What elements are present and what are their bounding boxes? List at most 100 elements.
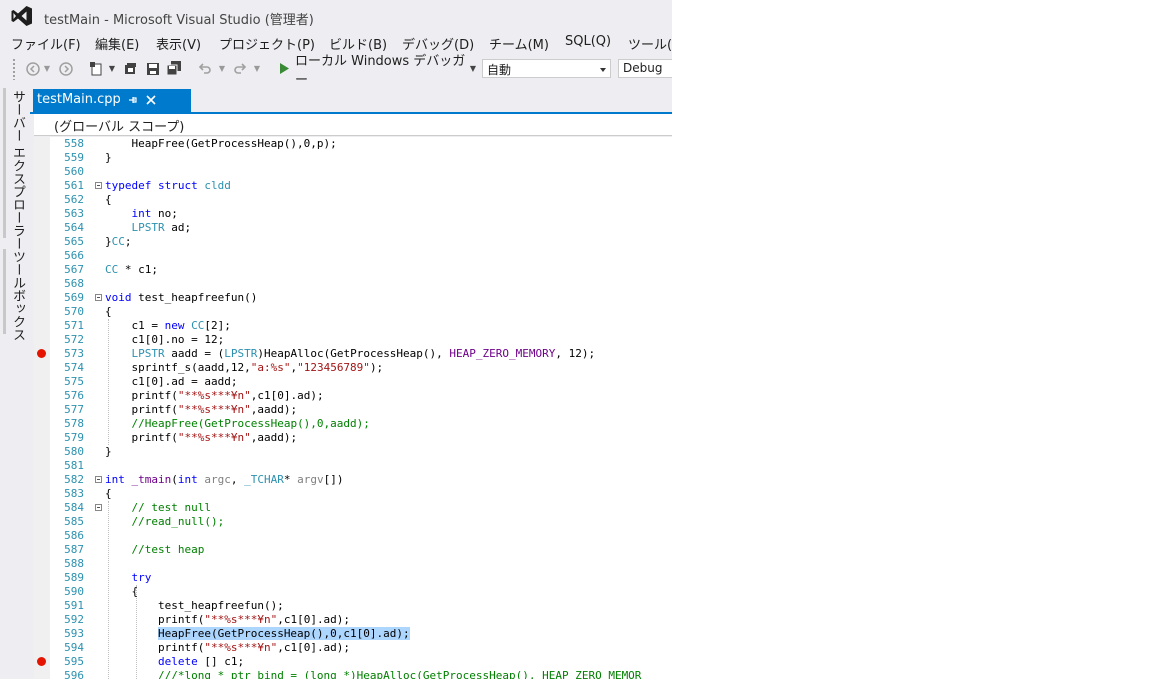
code-line[interactable]: 564 LPSTR ad; — [34, 221, 672, 235]
breakpoint-icon[interactable] — [37, 657, 46, 666]
code-token: // test null — [131, 501, 211, 514]
code-token: LPSTR — [224, 347, 258, 360]
redo-dropdown-icon[interactable]: ▼ — [252, 59, 262, 78]
code-line[interactable]: 569 void test_heapfreefun() — [34, 291, 672, 305]
close-icon[interactable] — [143, 92, 159, 108]
code-line[interactable]: 583 { — [34, 487, 672, 501]
server-explorer-tab[interactable]: サーバー エクスプローラー — [8, 90, 27, 250]
collapse-icon[interactable] — [95, 504, 102, 511]
new-dropdown-icon[interactable]: ▼ — [107, 59, 117, 78]
code-line[interactable]: 579 printf("**%s***¥n",aadd); — [34, 431, 672, 445]
visual-studio-window: testMain - Microsoft Visual Studio (管理者)… — [0, 0, 672, 679]
code-line[interactable]: 562 { — [34, 193, 672, 207]
code-line[interactable]: 567 CC * c1; — [34, 263, 672, 277]
menu-file[interactable]: ファイル(F) — [11, 34, 81, 53]
scope-navigation-bar[interactable]: (グローバル スコープ) — [34, 114, 672, 136]
code-editor[interactable]: 558 HeapFree(GetProcessHeap(),0,p); 559} 5… — [34, 137, 672, 679]
code-line[interactable]: 591 test_heapfreefun(); — [34, 599, 672, 613]
code-token: * c1; — [118, 263, 158, 276]
back-icon[interactable] — [24, 59, 41, 78]
code-line[interactable]: 586 — [34, 529, 672, 543]
undo-dropdown-icon[interactable]: ▼ — [217, 59, 227, 78]
start-debugging-button[interactable]: ローカル Windows デバッガー — [295, 54, 469, 88]
open-file-icon[interactable] — [121, 59, 139, 78]
code-text: int _tmain(int argc, _TCHAR* argv[]) — [105, 473, 344, 487]
menu-team[interactable]: チーム(M) — [489, 34, 549, 53]
scope-dropdown[interactable]: (グローバル スコープ) — [54, 116, 184, 135]
code-line[interactable]: 575 c1[0].ad = aadd; — [34, 375, 672, 389]
debugger-dropdown-icon[interactable]: ▼ — [468, 59, 478, 78]
code-line[interactable]: 580} — [34, 445, 672, 459]
menu-edit[interactable]: 編集(E) — [95, 34, 139, 53]
code-line[interactable]: 595 delete [] c1; — [34, 655, 672, 669]
code-line[interactable]: 559} — [34, 151, 672, 165]
start-debugging-icon[interactable] — [276, 59, 292, 78]
title-bar: testMain - Microsoft Visual Studio (管理者) — [0, 0, 672, 32]
code-line[interactable]: 558 HeapFree(GetProcessHeap(),0,p); — [34, 137, 672, 151]
code-line[interactable]: 585 //read_null(); — [34, 515, 672, 529]
code-line[interactable]: 589 try — [34, 571, 672, 585]
undo-icon[interactable] — [196, 59, 214, 78]
code-token: } — [105, 235, 112, 248]
redo-icon[interactable] — [231, 59, 249, 78]
pin-icon[interactable] — [124, 92, 140, 108]
collapse-icon[interactable] — [95, 476, 102, 483]
code-line[interactable]: 581 — [34, 459, 672, 473]
code-token: , — [230, 473, 245, 486]
line-number: 564 — [64, 221, 84, 234]
code-line[interactable]: 592 printf("**%s***¥n",c1[0].ad); — [34, 613, 672, 627]
code-line[interactable]: 572 c1[0].no = 12; — [34, 333, 672, 347]
save-icon[interactable] — [144, 59, 162, 78]
line-number: 593 — [64, 627, 84, 640]
code-line[interactable]: 590 { — [34, 585, 672, 599]
code-token: HEAP_ZERO_MEMORY — [449, 347, 556, 360]
save-all-icon[interactable] — [165, 59, 183, 78]
solution-platform-dropdown[interactable]: 自動 — [482, 59, 611, 78]
new-project-icon[interactable] — [87, 59, 105, 78]
code-line[interactable]: 577 printf("**%s***¥n",aadd); — [34, 403, 672, 417]
tab-testmain-cpp[interactable]: testMain.cpp — [33, 89, 191, 112]
toolbar-grip[interactable] — [12, 58, 16, 80]
back-dropdown-icon[interactable]: ▼ — [42, 59, 52, 78]
menu-tools[interactable]: ツール(T) — [628, 34, 672, 53]
code-line[interactable]: 573 LPSTR aadd = (LPSTR)HeapAlloc(GetPro… — [34, 347, 672, 361]
code-line[interactable]: 560 — [34, 165, 672, 179]
code-line[interactable]: 571 c1 = new CC[2]; — [34, 319, 672, 333]
code-token: [] c1; — [197, 655, 245, 668]
collapse-icon[interactable] — [95, 294, 102, 301]
code-line[interactable]: 596 ///*long * ptr_bind = (long *)HeapAl… — [34, 669, 672, 679]
code-line[interactable]: 561 typedef struct cldd — [34, 179, 672, 193]
menu-view[interactable]: 表示(V) — [156, 34, 201, 53]
code-token: LPSTR — [131, 347, 165, 360]
code-text: printf("**%s***¥n",aadd); — [105, 403, 297, 417]
code-line[interactable]: 566 — [34, 249, 672, 263]
code-text: delete [] c1; — [105, 655, 244, 669]
code-line[interactable]: 563 int no; — [34, 207, 672, 221]
code-text: //read_null(); — [105, 515, 225, 529]
code-token: aadd = ( — [164, 347, 225, 360]
code-line[interactable]: 594 printf("**%s***¥n",c1[0].ad); — [34, 641, 672, 655]
toolbox-tab[interactable]: ツールボックス — [8, 250, 27, 341]
menu-sql[interactable]: SQL(Q) — [565, 34, 611, 49]
code-line[interactable]: 570 { — [34, 305, 672, 319]
code-token: try — [131, 571, 152, 584]
collapse-icon[interactable] — [95, 182, 102, 189]
code-token: test_heapfreefun() — [131, 291, 258, 304]
code-line[interactable]: 565}CC; — [34, 235, 672, 249]
code-line[interactable]: 584 // test null — [34, 501, 672, 515]
code-line[interactable]: 587 //test heap — [34, 543, 672, 557]
code-line[interactable]: 574 sprintf_s(aadd,12,"a:%s","123456789"… — [34, 361, 672, 375]
code-line[interactable]: 576 printf("**%s***¥n",c1[0].ad); — [34, 389, 672, 403]
code-line[interactable]: 588 — [34, 557, 672, 571]
forward-icon[interactable] — [57, 59, 74, 78]
code-line[interactable]: 578 //HeapFree(GetProcessHeap(),0,aadd); — [34, 417, 672, 431]
line-number: 585 — [64, 515, 84, 528]
breakpoint-icon[interactable] — [37, 349, 46, 358]
code-line[interactable]: 582 int _tmain(int argc, _TCHAR* argv[]) — [34, 473, 672, 487]
code-line[interactable]: 568 — [34, 277, 672, 291]
code-line[interactable]: 593 HeapFree(GetProcessHeap(),0,c1[0].ad… — [34, 627, 672, 641]
solution-configuration-dropdown[interactable]: Debug — [618, 59, 672, 78]
